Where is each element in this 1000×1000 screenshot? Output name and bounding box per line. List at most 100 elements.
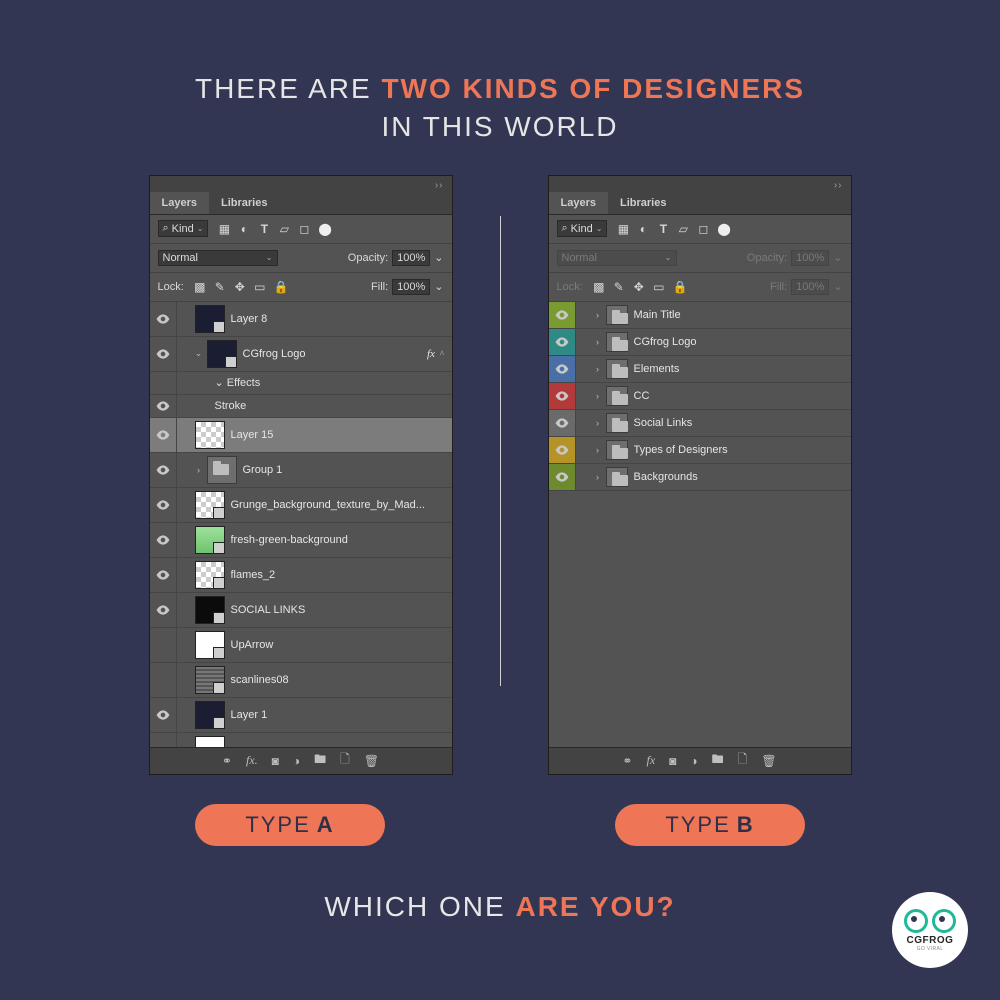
lock-position-icon[interactable]: ✥ bbox=[234, 280, 246, 294]
lock-transparency-icon[interactable]: ▩ bbox=[194, 280, 206, 294]
layer-row[interactable]: › Elements bbox=[549, 356, 851, 383]
layer-name[interactable]: CC bbox=[634, 390, 851, 402]
pixel-filter-icon[interactable]: ▦ bbox=[617, 222, 629, 236]
layer-effect-row[interactable]: ⌄ Effects bbox=[150, 372, 452, 395]
lock-brush-icon[interactable]: ✎ bbox=[214, 280, 226, 294]
new-group-icon[interactable]: 🖿 bbox=[712, 750, 724, 771]
layer-name[interactable]: Backgrounds bbox=[634, 471, 851, 483]
layer-row[interactable]: › Types of Designers bbox=[549, 437, 851, 464]
layer-row[interactable]: SOCIAL LINKS bbox=[150, 593, 452, 628]
visibility-toggle[interactable] bbox=[150, 593, 177, 627]
new-layer-icon[interactable]: 🗋 bbox=[738, 750, 748, 771]
visibility-toggle[interactable] bbox=[549, 464, 576, 490]
visibility-toggle[interactable] bbox=[549, 329, 576, 355]
visibility-toggle[interactable] bbox=[549, 356, 576, 382]
adjustment-icon[interactable]: ◑ bbox=[293, 754, 300, 768]
tab-layers[interactable]: Layers bbox=[549, 192, 608, 214]
shape-filter-icon[interactable]: ▱ bbox=[677, 222, 689, 236]
visibility-toggle[interactable] bbox=[150, 628, 177, 662]
visibility-toggle[interactable] bbox=[549, 410, 576, 436]
layer-row[interactable]: Grunge_background_texture_by_Mad... bbox=[150, 488, 452, 523]
tab-libraries[interactable]: Libraries bbox=[608, 192, 678, 214]
fill-control[interactable]: Fill: 100% ⌄ bbox=[371, 279, 443, 295]
visibility-toggle[interactable] bbox=[150, 523, 177, 557]
expand-arrow-icon[interactable]: › bbox=[592, 445, 604, 455]
layer-row[interactable]: › Social Links bbox=[549, 410, 851, 437]
expand-arrow-icon[interactable]: › bbox=[592, 418, 604, 428]
type-filter-icon[interactable]: T bbox=[258, 222, 270, 236]
layer-row[interactable]: flames_2 bbox=[150, 558, 452, 593]
expand-arrow-icon[interactable]: › bbox=[592, 472, 604, 482]
new-group-icon[interactable]: 🖿 bbox=[314, 750, 326, 771]
expand-arrow-icon[interactable]: › bbox=[592, 310, 604, 320]
link-layers-icon[interactable]: ⚭ bbox=[222, 754, 232, 768]
expand-arrow-icon[interactable]: › bbox=[592, 391, 604, 401]
panel-collapse-icon[interactable]: ›› bbox=[435, 180, 444, 191]
layer-row[interactable]: UpArrow bbox=[150, 628, 452, 663]
visibility-toggle[interactable] bbox=[150, 418, 177, 452]
visibility-toggle[interactable] bbox=[150, 663, 177, 697]
trash-icon[interactable]: 🗑 bbox=[364, 754, 379, 768]
tab-layers[interactable]: Layers bbox=[150, 192, 209, 214]
visibility-toggle[interactable] bbox=[549, 302, 576, 328]
opacity-value[interactable]: 100% bbox=[392, 250, 430, 266]
layer-name[interactable]: UpArrow bbox=[231, 639, 452, 651]
layer-row[interactable]: Layer 8 bbox=[150, 302, 452, 337]
layer-row[interactable]: Layer 1 bbox=[150, 698, 452, 733]
layer-name[interactable]: fresh-green-background bbox=[231, 534, 452, 546]
opacity-control[interactable]: Opacity: 100% ⌄ bbox=[348, 250, 444, 266]
trash-icon[interactable]: 🗑 bbox=[761, 754, 776, 768]
layer-name[interactable]: CGfrog Logo bbox=[243, 348, 428, 360]
visibility-toggle[interactable] bbox=[549, 383, 576, 409]
layer-row[interactable]: › Backgrounds bbox=[549, 464, 851, 491]
layer-row[interactable]: › Group 1 bbox=[150, 453, 452, 488]
smart-filter-icon[interactable]: ◻ bbox=[298, 222, 310, 236]
pixel-filter-icon[interactable]: ▦ bbox=[218, 222, 230, 236]
adjust-filter-icon[interactable]: ◐ bbox=[238, 222, 250, 236]
filter-toggle-icon[interactable]: ⬤ bbox=[318, 222, 330, 236]
layer-name[interactable]: scanlines08 bbox=[231, 674, 452, 686]
visibility-toggle[interactable] bbox=[150, 488, 177, 522]
layer-name[interactable]: Group 1 bbox=[243, 464, 452, 476]
fx-icon[interactable]: fx bbox=[646, 753, 655, 768]
layer-name[interactable]: Elements bbox=[634, 363, 851, 375]
fx-icon[interactable]: fx. bbox=[246, 753, 258, 768]
layer-name[interactable]: SOCIAL LINKS bbox=[231, 604, 452, 616]
layer-row[interactable]: › CC bbox=[549, 383, 851, 410]
layer-row[interactable] bbox=[150, 733, 452, 747]
shape-filter-icon[interactable]: ▱ bbox=[278, 222, 290, 236]
visibility-toggle[interactable] bbox=[150, 453, 177, 487]
visibility-toggle[interactable] bbox=[150, 337, 177, 371]
visibility-toggle[interactable] bbox=[150, 395, 177, 417]
filter-kind-select[interactable]: ⌕ Kind ⌄ bbox=[557, 220, 608, 237]
adjustment-icon[interactable]: ◑ bbox=[690, 754, 697, 768]
expand-arrow-icon[interactable]: › bbox=[592, 364, 604, 374]
layer-name[interactable]: Layer 1 bbox=[231, 709, 452, 721]
expand-arrow-icon[interactable]: › bbox=[592, 337, 604, 347]
layer-row[interactable]: Layer 15 bbox=[150, 418, 452, 453]
layer-name[interactable]: Layer 15 bbox=[231, 429, 452, 441]
mask-icon[interactable]: ◙ bbox=[272, 754, 279, 768]
layer-row[interactable]: ⌄ CGfrog Logofx ^ bbox=[150, 337, 452, 372]
visibility-toggle[interactable] bbox=[150, 733, 177, 747]
expand-arrow-icon[interactable]: › bbox=[193, 465, 205, 475]
layer-name[interactable]: flames_2 bbox=[231, 569, 452, 581]
mask-icon[interactable]: ◙ bbox=[669, 754, 676, 768]
blend-mode-select[interactable]: Normal ⌄ bbox=[158, 250, 278, 266]
visibility-toggle[interactable] bbox=[150, 698, 177, 732]
layer-name[interactable]: Main Title bbox=[634, 309, 851, 321]
new-layer-icon[interactable]: 🗋 bbox=[340, 750, 350, 771]
visibility-toggle[interactable] bbox=[150, 302, 177, 336]
layer-name[interactable]: Grunge_background_texture_by_Mad... bbox=[231, 499, 452, 511]
fx-indicator[interactable]: fx ^ bbox=[427, 348, 444, 360]
fill-value[interactable]: 100% bbox=[392, 279, 430, 295]
visibility-toggle[interactable] bbox=[150, 372, 177, 394]
filter-kind-select[interactable]: ⌕ Kind ⌄ bbox=[158, 220, 209, 237]
layer-name[interactable]: Social Links bbox=[634, 417, 851, 429]
layer-name[interactable]: CGfrog Logo bbox=[634, 336, 851, 348]
tab-libraries[interactable]: Libraries bbox=[209, 192, 279, 214]
expand-arrow-icon[interactable]: ⌄ bbox=[193, 348, 205, 359]
layer-name[interactable]: Types of Designers bbox=[634, 444, 851, 456]
layer-row[interactable]: › CGfrog Logo bbox=[549, 329, 851, 356]
adjust-filter-icon[interactable]: ◐ bbox=[637, 222, 649, 236]
